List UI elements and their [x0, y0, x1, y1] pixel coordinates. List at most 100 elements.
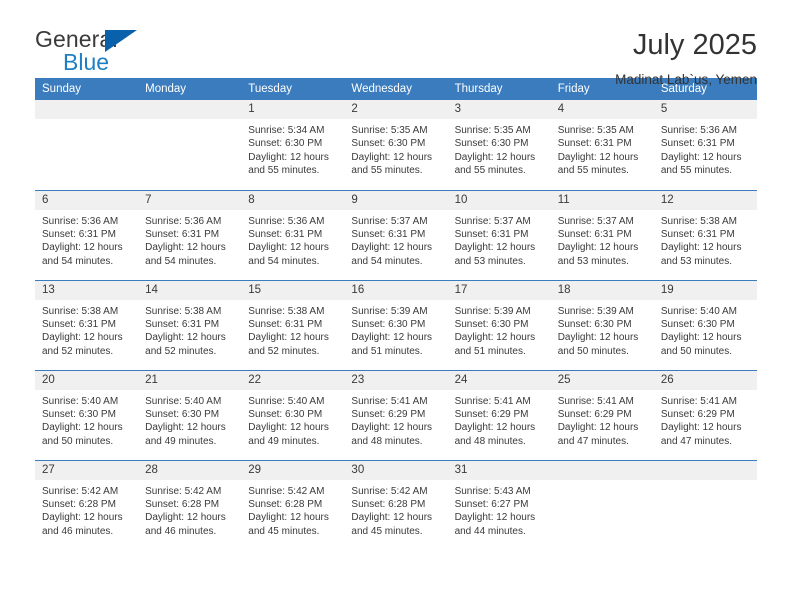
sunrise-text: Sunrise: 5:41 AM — [454, 395, 531, 407]
sunset-text: Sunset: 6:31 PM — [660, 138, 735, 150]
day-details — [138, 119, 241, 124]
calendar-day-cell[interactable]: 11 Sunrise: 5:37 AM Sunset: 6:31 PM Dayl… — [550, 189, 654, 280]
calendar-day-cell[interactable]: 20 Sunrise: 5:40 AM Sunset: 6:30 PM Dayl… — [35, 369, 139, 460]
calendar-day-cell[interactable] — [35, 100, 139, 190]
day-number: 5 — [653, 100, 757, 119]
calendar-day-cell[interactable]: 30 Sunrise: 5:42 AM Sunset: 6:28 PM Dayl… — [344, 459, 448, 550]
weekday-header-wednesday: Wednesday — [344, 78, 448, 100]
calendar-day-cell[interactable]: 6 Sunrise: 5:36 AM Sunset: 6:31 PM Dayli… — [35, 189, 139, 280]
calendar-week-row: 27 Sunrise: 5:42 AM Sunset: 6:28 PM Dayl… — [35, 459, 757, 550]
day-number: 24 — [447, 370, 551, 390]
calendar-day-cell[interactable]: 4 Sunrise: 5:35 AM Sunset: 6:31 PM Dayli… — [550, 100, 654, 190]
calendar-day-cell[interactable]: 15 Sunrise: 5:38 AM Sunset: 6:31 PM Dayl… — [241, 279, 345, 370]
sunrise-text: Sunrise: 5:42 AM — [351, 485, 428, 497]
day-details: Sunrise: 5:35 AM Sunset: 6:30 PM Dayligh… — [344, 119, 447, 178]
day-number: 25 — [550, 370, 654, 390]
calendar-day-cell[interactable]: 31 Sunrise: 5:43 AM Sunset: 6:27 PM Dayl… — [447, 459, 551, 550]
daylight-text: Daylight: 12 hours and 52 minutes. — [248, 332, 329, 357]
calendar-day-cell[interactable]: 27 Sunrise: 5:42 AM Sunset: 6:28 PM Dayl… — [35, 459, 139, 550]
calendar-day-cell[interactable]: 14 Sunrise: 5:38 AM Sunset: 6:31 PM Dayl… — [138, 279, 242, 370]
day-details: Sunrise: 5:36 AM Sunset: 6:31 PM Dayligh… — [138, 210, 241, 269]
calendar-day-cell[interactable]: 29 Sunrise: 5:42 AM Sunset: 6:28 PM Dayl… — [241, 459, 345, 550]
day-details — [35, 119, 138, 124]
calendar-day-cell[interactable]: 17 Sunrise: 5:39 AM Sunset: 6:30 PM Dayl… — [447, 279, 551, 370]
day-details: Sunrise: 5:39 AM Sunset: 6:30 PM Dayligh… — [551, 300, 654, 359]
calendar-week-row: 1 Sunrise: 5:34 AM Sunset: 6:30 PM Dayli… — [35, 100, 757, 190]
calendar-day-cell[interactable]: 22 Sunrise: 5:40 AM Sunset: 6:30 PM Dayl… — [241, 369, 345, 460]
sunrise-text: Sunrise: 5:39 AM — [454, 305, 531, 317]
day-details: Sunrise: 5:38 AM Sunset: 6:31 PM Dayligh… — [654, 210, 757, 269]
daylight-text: Daylight: 12 hours and 44 minutes. — [454, 512, 536, 537]
calendar-day-cell[interactable]: 23 Sunrise: 5:41 AM Sunset: 6:29 PM Dayl… — [344, 369, 448, 460]
sunrise-text: Sunrise: 5:40 AM — [42, 395, 119, 407]
sunset-text: Sunset: 6:28 PM — [145, 498, 220, 510]
sunset-text: Sunset: 6:29 PM — [351, 408, 426, 420]
sunrise-text: Sunrise: 5:37 AM — [557, 215, 634, 227]
sunset-text: Sunset: 6:31 PM — [248, 228, 323, 240]
weekday-header-sunday: Sunday — [35, 78, 139, 100]
weekday-header-thursday: Thursday — [447, 78, 551, 100]
calendar-day-cell[interactable]: 1 Sunrise: 5:34 AM Sunset: 6:30 PM Dayli… — [241, 100, 345, 190]
calendar-day-cell[interactable]: 2 Sunrise: 5:35 AM Sunset: 6:30 PM Dayli… — [344, 100, 448, 190]
day-number: 10 — [447, 190, 551, 210]
sunrise-text: Sunrise: 5:36 AM — [145, 215, 222, 227]
day-details: Sunrise: 5:38 AM Sunset: 6:31 PM Dayligh… — [241, 300, 344, 359]
day-number: 4 — [550, 100, 654, 119]
sunrise-text: Sunrise: 5:36 AM — [42, 215, 119, 227]
day-details: Sunrise: 5:42 AM Sunset: 6:28 PM Dayligh… — [241, 480, 344, 539]
sunrise-text: Sunrise: 5:38 AM — [145, 305, 222, 317]
daylight-text: Daylight: 12 hours and 50 minutes. — [660, 332, 742, 357]
calendar-day-cell[interactable]: 3 Sunrise: 5:35 AM Sunset: 6:30 PM Dayli… — [447, 100, 551, 190]
day-number: 11 — [550, 190, 654, 210]
sunrise-text: Sunrise: 5:38 AM — [660, 215, 737, 227]
daylight-text: Daylight: 12 hours and 54 minutes. — [248, 242, 329, 267]
sunset-text: Sunset: 6:31 PM — [557, 228, 632, 240]
daylight-text: Daylight: 12 hours and 51 minutes. — [351, 332, 433, 357]
daylight-text: Daylight: 12 hours and 53 minutes. — [557, 242, 639, 267]
daylight-text: Daylight: 12 hours and 53 minutes. — [660, 242, 742, 267]
day-number — [35, 100, 139, 119]
calendar-day-cell[interactable] — [138, 100, 242, 190]
calendar-day-cell[interactable]: 18 Sunrise: 5:39 AM Sunset: 6:30 PM Dayl… — [550, 279, 654, 370]
day-number: 3 — [447, 100, 551, 119]
sunset-text: Sunset: 6:30 PM — [660, 318, 735, 330]
day-details: Sunrise: 5:37 AM Sunset: 6:31 PM Dayligh… — [551, 210, 654, 269]
calendar-day-cell[interactable] — [653, 459, 757, 550]
day-number: 13 — [35, 280, 139, 300]
calendar-day-cell[interactable]: 13 Sunrise: 5:38 AM Sunset: 6:31 PM Dayl… — [35, 279, 139, 370]
day-details: Sunrise: 5:35 AM Sunset: 6:30 PM Dayligh… — [448, 119, 551, 178]
weekday-header-monday: Monday — [138, 78, 242, 100]
calendar-day-cell[interactable]: 21 Sunrise: 5:40 AM Sunset: 6:30 PM Dayl… — [138, 369, 242, 460]
calendar-day-cell[interactable]: 28 Sunrise: 5:42 AM Sunset: 6:28 PM Dayl… — [138, 459, 242, 550]
day-number: 12 — [653, 190, 757, 210]
daylight-text: Daylight: 12 hours and 52 minutes. — [42, 332, 123, 357]
sunset-text: Sunset: 6:28 PM — [351, 498, 426, 510]
day-details: Sunrise: 5:41 AM Sunset: 6:29 PM Dayligh… — [344, 390, 447, 449]
sunset-text: Sunset: 6:28 PM — [42, 498, 116, 510]
sunset-text: Sunset: 6:28 PM — [248, 498, 323, 510]
logo-text-blue: Blue — [63, 49, 110, 75]
calendar-day-cell[interactable]: 7 Sunrise: 5:36 AM Sunset: 6:31 PM Dayli… — [138, 189, 242, 280]
day-number: 15 — [241, 280, 345, 300]
calendar-day-cell[interactable]: 8 Sunrise: 5:36 AM Sunset: 6:31 PM Dayli… — [241, 189, 345, 280]
day-details: Sunrise: 5:40 AM Sunset: 6:30 PM Dayligh… — [654, 300, 757, 359]
day-number: 22 — [241, 370, 345, 390]
calendar-day-cell[interactable]: 25 Sunrise: 5:41 AM Sunset: 6:29 PM Dayl… — [550, 369, 654, 460]
sunrise-text: Sunrise: 5:38 AM — [248, 305, 325, 317]
sunrise-text: Sunrise: 5:41 AM — [660, 395, 737, 407]
day-number: 14 — [138, 280, 242, 300]
day-details: Sunrise: 5:37 AM Sunset: 6:31 PM Dayligh… — [448, 210, 551, 269]
day-number: 7 — [138, 190, 242, 210]
page-title: July 2025 — [632, 29, 757, 61]
calendar-day-cell[interactable]: 19 Sunrise: 5:40 AM Sunset: 6:30 PM Dayl… — [653, 279, 757, 370]
sunrise-text: Sunrise: 5:41 AM — [351, 395, 428, 407]
calendar-day-cell[interactable]: 10 Sunrise: 5:37 AM Sunset: 6:31 PM Dayl… — [447, 189, 551, 280]
calendar-day-cell[interactable]: 5 Sunrise: 5:36 AM Sunset: 6:31 PM Dayli… — [653, 100, 757, 190]
calendar-day-cell[interactable]: 16 Sunrise: 5:39 AM Sunset: 6:30 PM Dayl… — [344, 279, 448, 370]
calendar-day-cell[interactable]: 9 Sunrise: 5:37 AM Sunset: 6:31 PM Dayli… — [344, 189, 448, 280]
calendar-day-cell[interactable] — [550, 459, 654, 550]
day-details: Sunrise: 5:42 AM Sunset: 6:28 PM Dayligh… — [138, 480, 241, 539]
calendar-day-cell[interactable]: 12 Sunrise: 5:38 AM Sunset: 6:31 PM Dayl… — [653, 189, 757, 280]
calendar-day-cell[interactable]: 26 Sunrise: 5:41 AM Sunset: 6:29 PM Dayl… — [653, 369, 757, 460]
calendar-day-cell[interactable]: 24 Sunrise: 5:41 AM Sunset: 6:29 PM Dayl… — [447, 369, 551, 460]
